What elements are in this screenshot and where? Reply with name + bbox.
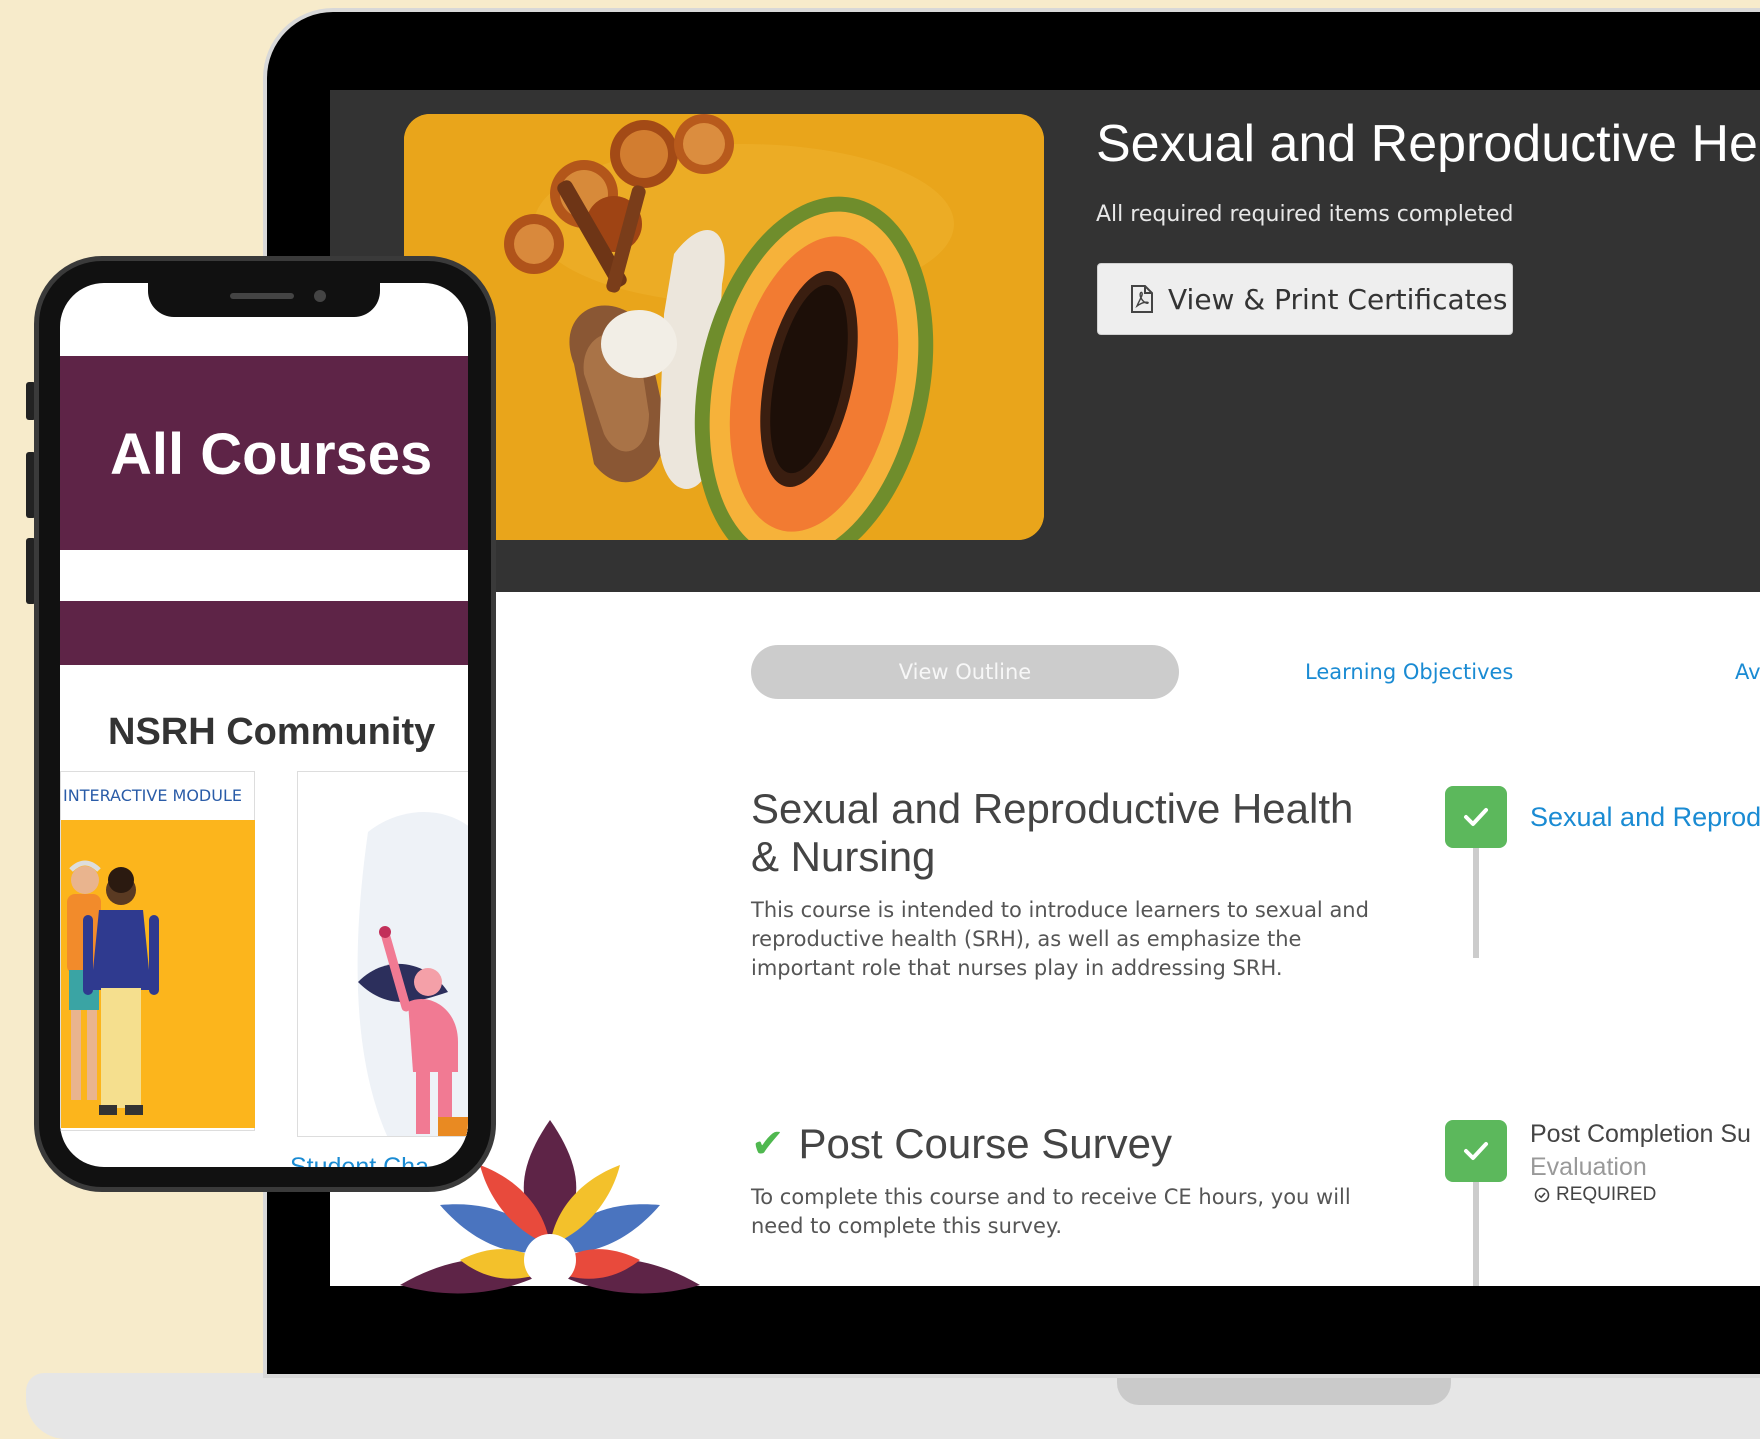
- section-title-srh-nursing: Sexual and Reproductive Health & Nursing: [751, 785, 1353, 881]
- survey-item-type: Evaluation: [1530, 1153, 1647, 1181]
- check-icon: ✔: [751, 1122, 785, 1166]
- card-caption-link[interactable]: Student Cha: [290, 1153, 429, 1167]
- course-hero-image: [404, 114, 1044, 540]
- tab-view-outline[interactable]: View Outline: [751, 645, 1179, 699]
- card-type-tag: INTERACTIVE MODULE: [63, 786, 242, 805]
- module-link-srh[interactable]: Sexual and Reprodu: [1530, 802, 1760, 833]
- community-heading: NSRH Community: [108, 711, 436, 753]
- survey-item-title[interactable]: Post Completion Su: [1530, 1120, 1751, 1149]
- laptop-base: [26, 1373, 1760, 1439]
- completed-check-icon: [1445, 786, 1507, 848]
- phone-screen: All Courses NSRH Community INTERACTIVE M…: [60, 283, 468, 1167]
- check-circle-icon: [1534, 1187, 1550, 1203]
- section-title-line2: & Nursing: [751, 833, 936, 880]
- course-title: Sexual and Reproductive He: [1096, 115, 1758, 173]
- course-hero: Sexual and Reproductive He All required …: [330, 90, 1760, 592]
- completed-check-icon: [1445, 1120, 1507, 1182]
- section-description-survey: To complete this course and to receive C…: [751, 1185, 1351, 1238]
- student-illustration: [298, 772, 468, 1136]
- course-card[interactable]: [297, 771, 468, 1137]
- timeline-connector: [1473, 848, 1479, 958]
- certificate-button-label: View & Print Certificates: [1168, 282, 1508, 316]
- section-description-srh: This course is intended to introduce lea…: [751, 898, 1369, 980]
- timeline-connector: [1473, 1182, 1479, 1286]
- pdf-file-icon: [1131, 285, 1153, 313]
- required-label: REQUIRED: [1556, 1184, 1657, 1205]
- people-illustration: [61, 820, 255, 1128]
- section-title-post-survey: ✔ Post Course Survey: [751, 1120, 1172, 1168]
- course-image-illustration: [404, 114, 1044, 540]
- view-print-certificates-button[interactable]: View & Print Certificates: [1097, 263, 1513, 335]
- course-status-text: All required required items completed: [1096, 202, 1514, 227]
- required-badge: REQUIRED: [1534, 1184, 1656, 1206]
- plum-band: [60, 601, 468, 665]
- tab-learning-objectives[interactable]: Learning Objectives: [1305, 660, 1513, 684]
- course-card[interactable]: INTERACTIVE MODULE: [60, 771, 255, 1131]
- all-courses-title: All Courses: [110, 422, 433, 487]
- tab-available[interactable]: Av: [1735, 660, 1760, 684]
- post-survey-title: Post Course Survey: [798, 1120, 1173, 1167]
- section-title-line1: Sexual and Reproductive Health: [751, 785, 1354, 832]
- card-illustration: [61, 820, 255, 1128]
- phone-speaker: [230, 293, 294, 299]
- phone-notch: [148, 283, 380, 317]
- all-courses-banner: All Courses: [60, 356, 468, 550]
- phone-camera-icon: [314, 290, 326, 302]
